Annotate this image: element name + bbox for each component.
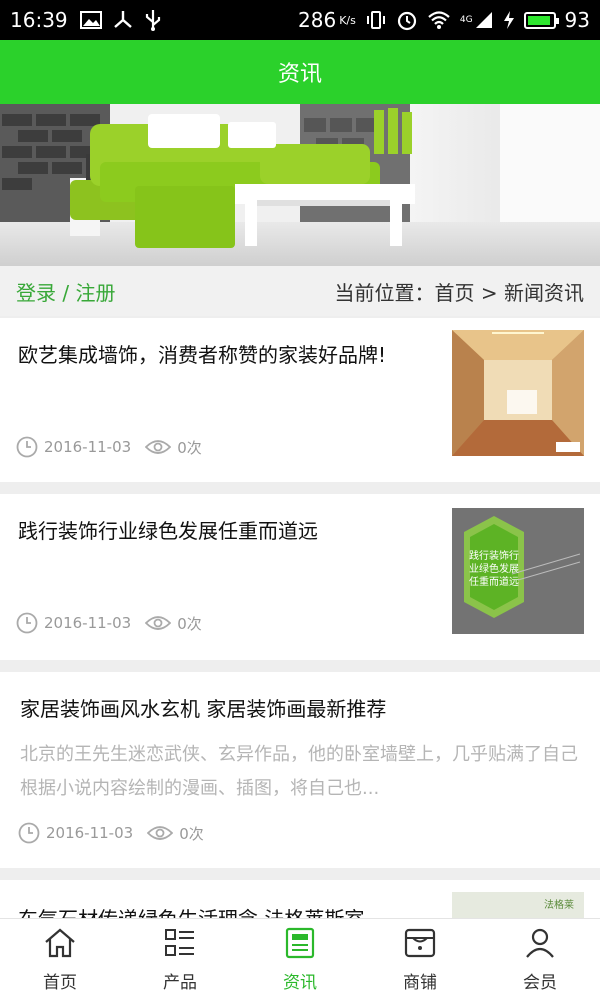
eye-icon — [145, 438, 172, 456]
news-thumbnail[interactable]: 践行装饰行 业绿色发展 任重而道远 — [452, 508, 584, 634]
news-title[interactable]: 欧艺集成墙饰，消费者称赞的家装好品牌! — [18, 340, 418, 370]
nav-label: 会员 — [523, 972, 557, 993]
login-register-link[interactable]: 登录 / 注册 — [16, 277, 115, 306]
news-thumbnail[interactable] — [452, 330, 584, 456]
home-icon — [43, 927, 77, 964]
news-date: 2016-11-03 — [44, 614, 132, 632]
news-title[interactable]: 家居装饰画风水玄机 家居装饰画最新推荐 — [20, 694, 580, 724]
network-speed: 286 — [298, 8, 337, 32]
nav-label: 商铺 — [403, 972, 437, 993]
alarm-icon — [396, 9, 418, 31]
store-icon — [403, 927, 437, 964]
breadcrumb: 当前位置：首页 > 新闻资讯 — [334, 280, 584, 305]
vibrate-icon — [365, 10, 387, 30]
news-title[interactable]: 践行装饰行业绿色发展任重而道远 — [18, 516, 418, 546]
battery-icon — [523, 11, 559, 29]
news-item[interactable]: 践行装饰行业绿色发展任重而道远 2016-11-03 0次 践行装饰行 业绿色发… — [0, 494, 600, 660]
news-meta: 2016-11-03 0次 — [16, 436, 202, 458]
clock-icon — [16, 612, 38, 634]
network-unit: K/s — [339, 13, 356, 27]
nav-home[interactable]: 首页 — [0, 919, 120, 1000]
status-bar: 16:39 286 K/s 4G 93 — [0, 0, 600, 40]
news-date: 2016-11-03 — [44, 438, 132, 456]
nav-label: 首页 — [43, 972, 77, 993]
eye-icon — [147, 824, 174, 842]
news-views: 0次 — [179, 824, 204, 843]
list-icon — [163, 927, 197, 964]
charging-icon — [503, 10, 515, 30]
battery-level: 93 — [564, 8, 590, 32]
signal-icon: 4G — [460, 10, 494, 30]
page-title: 资讯 — [277, 62, 322, 87]
page-header: 资讯 — [0, 40, 600, 104]
clock: 16:39 — [10, 8, 68, 32]
news-meta: 2016-11-03 0次 — [16, 612, 202, 634]
share-icon — [112, 9, 134, 31]
news-date: 2016-11-03 — [46, 824, 134, 842]
usb-icon — [144, 8, 162, 32]
app-screen: 16:39 286 K/s 4G 93 资讯 登录 / 注册 当前位置：首页 >… — [0, 0, 600, 1000]
nav-products[interactable]: 产品 — [120, 919, 240, 1000]
news-views: 0次 — [177, 614, 202, 633]
news-views: 0次 — [177, 438, 202, 457]
news-summary: 北京的王先生迷恋武侠、玄异作品，他的卧室墙壁上，几乎贴满了自己根据小说内容绘制的… — [20, 744, 578, 799]
thumbnail-brand: 法格莱 — [544, 900, 574, 911]
nav-label: 资讯 — [283, 972, 317, 993]
image-icon — [79, 11, 102, 29]
wifi-icon — [427, 10, 451, 30]
banner-image[interactable] — [0, 104, 600, 266]
nav-member[interactable]: 会员 — [480, 919, 600, 1000]
nav-label: 产品 — [163, 972, 197, 993]
clock-icon — [18, 822, 40, 844]
location-bar: 登录 / 注册 当前位置：首页 > 新闻资讯 — [0, 266, 600, 316]
thumbnail-caption: 践行装饰行 业绿色发展 任重而道远 — [469, 551, 519, 588]
clock-icon — [16, 436, 38, 458]
news-item[interactable]: 家居装饰画风水玄机 家居装饰画最新推荐 北京的王先生迷恋武侠、玄异作品，他的卧室… — [0, 672, 600, 868]
eye-icon — [145, 614, 172, 632]
news-item[interactable]: 欧艺集成墙饰，消费者称赞的家装好品牌! 2016-11-03 0次 — [0, 318, 600, 482]
news-meta: 2016-11-03 0次 — [18, 822, 204, 844]
bottom-nav: 首页 产品 资讯 商铺 会员 — [0, 918, 600, 1000]
news-list: 欧艺集成墙饰，消费者称赞的家装好品牌! 2016-11-03 0次 践行装饰行业… — [0, 318, 600, 1000]
nav-store[interactable]: 商铺 — [360, 919, 480, 1000]
news-icon — [283, 927, 317, 964]
nav-news[interactable]: 资讯 — [240, 919, 360, 1000]
user-icon — [523, 927, 557, 964]
signal-label: 4G — [459, 15, 473, 25]
